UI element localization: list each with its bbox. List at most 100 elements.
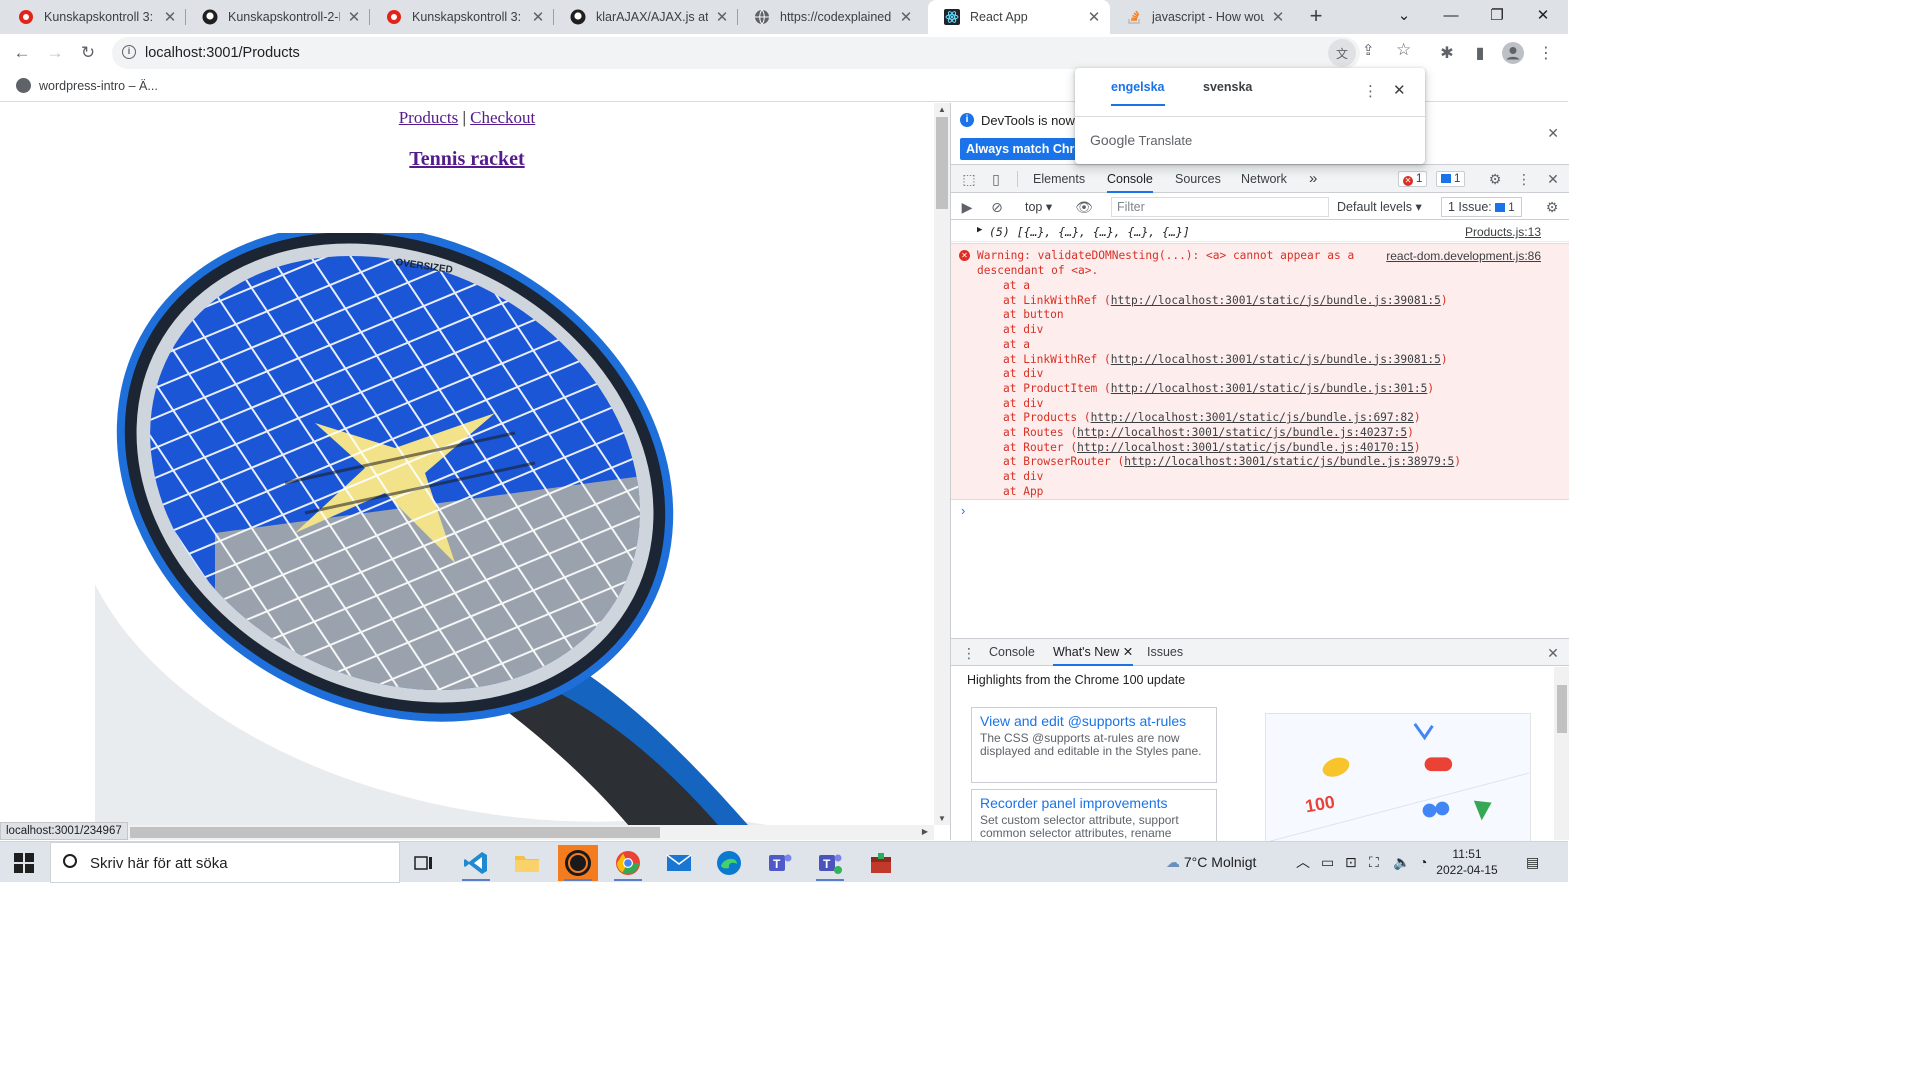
console-prompt[interactable]: ›: [961, 503, 965, 518]
stack-frame-link[interactable]: http://localhost:3001/static/js/bundle.j…: [1124, 455, 1454, 468]
context-selector[interactable]: top ▾: [1025, 199, 1052, 214]
profile-avatar-icon[interactable]: [1499, 39, 1527, 67]
wifi-icon[interactable]: ◔: [1419, 842, 1427, 883]
close-icon[interactable]: ✕: [1393, 81, 1406, 99]
close-icon[interactable]: ✕: [1086, 8, 1102, 26]
file-explorer-icon[interactable]: [507, 845, 547, 881]
minimize-button[interactable]: —: [1428, 0, 1474, 34]
error-text[interactable]: Warning: validateDOMNesting(...): <a> ca…: [977, 249, 1397, 278]
info-icon[interactable]: i: [122, 45, 136, 59]
url-text[interactable]: localhost:3001/Products: [145, 45, 300, 61]
log-levels-dropdown[interactable]: Default levels ▾: [1337, 199, 1422, 214]
close-drawer-icon[interactable]: ✕: [1544, 644, 1562, 662]
stack-frame-link[interactable]: http://localhost:3001/static/js/bundle.j…: [1111, 382, 1428, 395]
browser-tab-active[interactable]: React App ✕: [928, 0, 1110, 34]
tab-network[interactable]: Network: [1241, 165, 1287, 193]
stack-frame-link[interactable]: http://localhost:3001/static/js/bundle.j…: [1077, 441, 1414, 454]
browser-tab[interactable]: Kunskapskontroll-2-B ✕: [186, 0, 370, 34]
translate-icon[interactable]: 文: [1328, 39, 1356, 67]
taskbar-search-box[interactable]: Skriv här för att söka: [50, 842, 400, 883]
close-icon[interactable]: ✕: [714, 8, 730, 26]
close-icon[interactable]: ✕: [530, 8, 546, 26]
browser-tab[interactable]: https://codexplained. ✕: [738, 0, 922, 34]
side-panel-icon[interactable]: ▮: [1466, 39, 1494, 67]
page-vertical-scrollbar[interactable]: ▲ ▼: [934, 103, 950, 825]
close-icon[interactable]: ✕: [346, 8, 362, 26]
source-link[interactable]: react-dom.development.js:86: [1386, 249, 1541, 263]
notifications-icon[interactable]: ▤: [1526, 842, 1539, 883]
battery-icon[interactable]: ▭: [1321, 842, 1334, 883]
more-options-icon[interactable]: ⋮: [1515, 170, 1533, 188]
console-settings-gear-icon[interactable]: ⚙: [1543, 198, 1561, 216]
address-bar[interactable]: i localhost:3001/Products 文 ⇪ ☆: [112, 37, 1411, 69]
mail-icon[interactable]: [659, 845, 699, 881]
taskbar-clock[interactable]: 11:51 2022-04-15: [1432, 846, 1502, 878]
browser-tab[interactable]: Kunskapskontroll 3: D ✕: [2, 0, 186, 34]
stack-frame-link[interactable]: http://localhost:3001/static/js/bundle.j…: [1077, 426, 1407, 439]
chevron-up-icon[interactable]: ︿: [1296, 842, 1310, 883]
products-link[interactable]: Products: [399, 108, 459, 127]
checkout-link[interactable]: Checkout: [470, 108, 535, 127]
drawer-tab-console[interactable]: Console: [989, 639, 1035, 666]
tennis-racket-image[interactable]: OVERSIZED: [95, 233, 815, 825]
issues-button[interactable]: 1 Issue: 1: [1441, 197, 1522, 217]
bookmark-item[interactable]: wordpress-intro – Ä...: [16, 78, 158, 93]
edge-icon[interactable]: [709, 845, 749, 881]
tab-sources[interactable]: Sources: [1175, 165, 1221, 193]
tab-search-icon[interactable]: ⌄: [1381, 0, 1427, 34]
source-link[interactable]: Products.js:13: [1465, 225, 1541, 239]
volume-icon[interactable]: 🔈: [1393, 842, 1410, 883]
console-log-row[interactable]: ▶ (5) [{…}, {…}, {…}, {…}, {…}] Products…: [951, 221, 1569, 242]
chrome-icon[interactable]: [608, 845, 648, 881]
inspect-element-icon[interactable]: ⬚: [960, 170, 978, 188]
more-options-icon[interactable]: ⋮: [1363, 82, 1378, 100]
weather-widget[interactable]: ☁ 7°C Molnigt: [1166, 842, 1256, 883]
more-tabs-icon[interactable]: »: [1309, 165, 1317, 193]
whats-new-card[interactable]: View and edit @supports at-rules The CSS…: [971, 707, 1217, 783]
live-expression-eye-icon[interactable]: 👁: [1075, 198, 1093, 216]
message-count-badge[interactable]: 1: [1436, 171, 1466, 187]
back-arrow-icon[interactable]: ←: [8, 39, 36, 67]
forward-arrow-icon[interactable]: →: [41, 39, 69, 67]
vscode-icon[interactable]: [456, 845, 496, 881]
clear-console-icon[interactable]: ⊘: [988, 198, 1006, 216]
browser-tab[interactable]: klarAJAX/AJAX.js at m ✕: [554, 0, 738, 34]
device-toolbar-icon[interactable]: ▯: [987, 170, 1005, 188]
whats-new-card[interactable]: Recorder panel improvements Set custom s…: [971, 789, 1217, 849]
task-view-icon[interactable]: [404, 845, 444, 881]
page-horizontal-scrollbar[interactable]: ▶: [0, 825, 934, 840]
close-icon[interactable]: ✕: [1270, 8, 1286, 26]
asus-app-icon[interactable]: [558, 845, 598, 881]
stack-frame-link[interactable]: http://localhost:3001/static/js/bundle.j…: [1091, 411, 1414, 424]
close-icon[interactable]: ✕: [1123, 645, 1133, 659]
bookmark-star-icon[interactable]: ☆: [1396, 40, 1411, 60]
stack-frame-link[interactable]: http://localhost:3001/static/js/bundle.j…: [1111, 294, 1441, 307]
new-tab-button[interactable]: +: [1302, 4, 1330, 30]
whats-new-scrollbar[interactable]: [1554, 667, 1569, 840]
error-count-badge[interactable]: ✕ 1: [1398, 171, 1428, 187]
windows-start-icon[interactable]: [14, 853, 34, 873]
teams-work-icon[interactable]: T: [810, 845, 850, 881]
maximize-button[interactable]: ❐: [1474, 0, 1520, 34]
close-icon[interactable]: ✕: [898, 8, 914, 26]
tab-console[interactable]: Console: [1107, 165, 1153, 193]
close-icon[interactable]: ✕: [1547, 125, 1559, 142]
browser-tab[interactable]: Kunskapskontroll 3: D ✕: [370, 0, 554, 34]
package-app-icon[interactable]: [861, 845, 901, 881]
translate-lang-from[interactable]: engelska: [1111, 80, 1165, 106]
console-filter-input[interactable]: Filter: [1111, 197, 1329, 217]
tab-elements[interactable]: Elements: [1033, 165, 1085, 193]
drawer-tab-whats-new[interactable]: What's New ✕: [1053, 639, 1134, 666]
extensions-icon[interactable]: ✱: [1433, 39, 1461, 67]
close-icon[interactable]: ✕: [162, 8, 178, 26]
expand-triangle-icon[interactable]: ▶: [977, 225, 982, 235]
stack-frame-link[interactable]: http://localhost:3001/static/js/bundle.j…: [1111, 353, 1441, 366]
onedrive-icon[interactable]: ⛶: [1369, 842, 1379, 883]
settings-gear-icon[interactable]: ⚙: [1486, 170, 1504, 188]
drawer-tab-issues[interactable]: Issues: [1147, 639, 1183, 666]
close-window-button[interactable]: ✕: [1520, 0, 1566, 34]
browser-tab[interactable]: javascript - How woul ✕: [1110, 0, 1294, 34]
drawer-menu-icon[interactable]: ⋮: [960, 644, 978, 662]
device-icon[interactable]: ⊡: [1345, 842, 1357, 883]
product-title-link[interactable]: Tennis racket: [409, 148, 524, 170]
